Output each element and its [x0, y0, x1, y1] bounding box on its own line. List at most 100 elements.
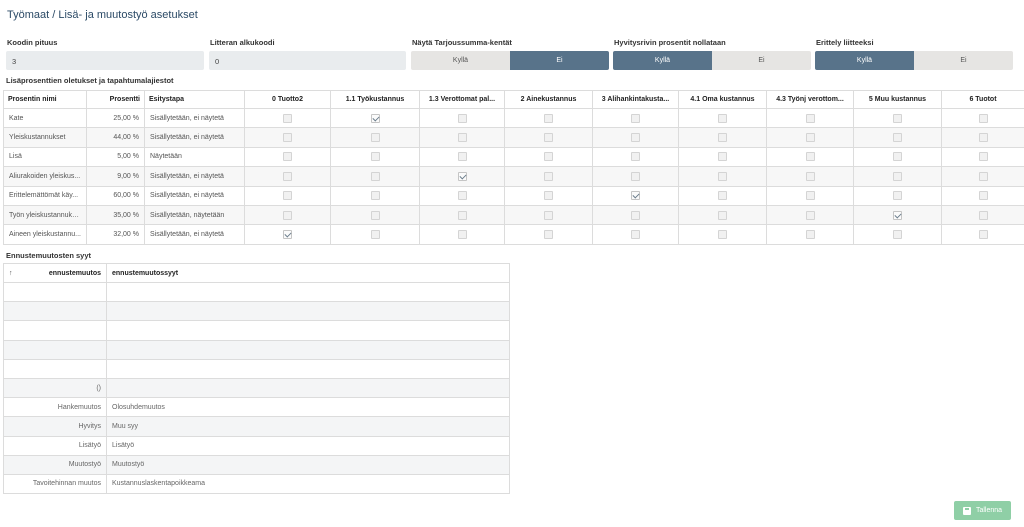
checkbox-unchecked[interactable]: [718, 210, 727, 220]
checkbox-unchecked[interactable]: [544, 113, 553, 123]
cause-row[interactable]: [3, 358, 510, 379]
surcharge-row[interactable]: Työn yleiskustannukset 35,00 % Sisällytetä…: [3, 204, 1024, 226]
column-header-ennustemuutossyyt[interactable]: ennustemuutossyyt: [106, 263, 510, 283]
checkbox-unchecked[interactable]: [370, 191, 380, 201]
checkbox-unchecked[interactable]: [283, 133, 292, 143]
cause-row[interactable]: [3, 339, 510, 360]
checkbox-unchecked[interactable]: [978, 152, 988, 162]
cause-row[interactable]: Tavoitehinnan muutos Kustannuslaskentapoi…: [3, 473, 510, 495]
checkbox-unchecked[interactable]: [370, 133, 380, 143]
show-offer-sum-no-option[interactable]: Ei: [510, 51, 609, 70]
column-header[interactable]: 4.1 Oma kustannus: [678, 90, 767, 109]
checkbox-checked[interactable]: [370, 113, 380, 123]
column-header[interactable]: Esitystapa: [144, 90, 245, 109]
column-header[interactable]: 5 Muu kustannus: [853, 90, 942, 109]
checkbox-checked[interactable]: [631, 191, 640, 201]
checkbox-unchecked[interactable]: [457, 113, 467, 123]
checkbox-unchecked[interactable]: [544, 171, 553, 181]
column-header[interactable]: 6 Tuotot: [941, 90, 1024, 109]
column-header-ennustemuutos[interactable]: ↑ ennustemuutos: [3, 263, 107, 283]
checkbox-unchecked[interactable]: [370, 152, 380, 162]
checkbox-unchecked[interactable]: [631, 113, 640, 123]
checkbox-unchecked[interactable]: [457, 210, 467, 220]
checkbox-unchecked[interactable]: [544, 210, 553, 220]
checkbox-unchecked[interactable]: [893, 171, 902, 181]
cause-row[interactable]: [3, 281, 510, 303]
checkbox-unchecked[interactable]: [457, 133, 467, 143]
checkbox-unchecked[interactable]: [283, 210, 292, 220]
checkbox-unchecked[interactable]: [283, 113, 292, 123]
checkbox-unchecked[interactable]: [631, 152, 640, 162]
surcharge-row[interactable]: Erittelemättömät käy... 60,00 % Sisällytet…: [3, 185, 1024, 206]
column-header[interactable]: 2 Ainekustannus: [504, 90, 593, 109]
column-header[interactable]: 3 Alihankintakusta...: [592, 90, 679, 109]
checkbox-unchecked[interactable]: [718, 171, 727, 181]
save-button[interactable]: Tallenna: [954, 501, 1011, 520]
checkbox-unchecked[interactable]: [978, 113, 988, 123]
cause-row[interactable]: Lisätyö Lisätyö: [3, 435, 510, 456]
checkbox-unchecked[interactable]: [370, 210, 380, 220]
code-length-input[interactable]: 3: [6, 51, 204, 70]
checkbox-unchecked[interactable]: [631, 171, 640, 181]
checkbox-unchecked[interactable]: [893, 152, 902, 162]
column-header[interactable]: 1.3 Verottomat pal...: [419, 90, 505, 109]
show-offer-sum-yes-option[interactable]: Kyllä: [411, 51, 510, 70]
surcharge-row[interactable]: Aliurakoiden yleiskus... 9,00 % Sisällytet…: [3, 166, 1024, 187]
checkbox-unchecked[interactable]: [283, 171, 292, 181]
checkbox-checked[interactable]: [283, 230, 292, 240]
checkbox-unchecked[interactable]: [978, 230, 988, 240]
checkbox-unchecked[interactable]: [805, 113, 815, 123]
column-header[interactable]: 1.1 Työkustannus: [330, 90, 420, 109]
column-header[interactable]: 4.3 Työnj verottom...: [766, 90, 854, 109]
cause-row[interactable]: Hyvitys Muu syy: [3, 416, 510, 437]
checkbox-unchecked[interactable]: [544, 133, 553, 143]
surcharge-row[interactable]: Yleiskustannukset 44,00 % Sisällytetään, e…: [3, 127, 1024, 148]
surcharge-row[interactable]: Kate 25,00 % Sisällytetään, ei näytetä: [3, 107, 1024, 129]
checkbox-unchecked[interactable]: [718, 191, 727, 201]
surcharge-row[interactable]: Lisä 5,00 % Näytetään: [3, 146, 1024, 168]
checkbox-unchecked[interactable]: [718, 230, 727, 240]
checkbox-unchecked[interactable]: [805, 171, 815, 181]
checkbox-unchecked[interactable]: [457, 230, 467, 240]
checkbox-unchecked[interactable]: [544, 191, 553, 201]
checkbox-unchecked[interactable]: [544, 230, 553, 240]
checkbox-unchecked[interactable]: [544, 152, 553, 162]
checkbox-unchecked[interactable]: [283, 191, 292, 201]
checkbox-unchecked[interactable]: [893, 230, 902, 240]
checkbox-unchecked[interactable]: [457, 152, 467, 162]
checkbox-unchecked[interactable]: [978, 210, 988, 220]
cause-row[interactable]: (): [3, 377, 510, 399]
cause-row[interactable]: [3, 320, 510, 341]
checkbox-checked[interactable]: [893, 210, 902, 220]
checkbox-unchecked[interactable]: [718, 152, 727, 162]
checkbox-unchecked[interactable]: [457, 191, 467, 201]
checkbox-unchecked[interactable]: [631, 210, 640, 220]
checkbox-unchecked[interactable]: [978, 133, 988, 143]
checkbox-unchecked[interactable]: [370, 171, 380, 181]
cause-row[interactable]: Hankemuutos Olosuhdemuutos: [3, 397, 510, 418]
reset-credit-yes-option[interactable]: Kyllä: [613, 51, 712, 70]
reset-credit-no-option[interactable]: Ei: [712, 51, 811, 70]
cause-row[interactable]: [3, 301, 510, 322]
checkbox-unchecked[interactable]: [805, 152, 815, 162]
checkbox-unchecked[interactable]: [978, 191, 988, 201]
checkbox-checked[interactable]: [457, 171, 467, 181]
checkbox-unchecked[interactable]: [283, 152, 292, 162]
cause-row[interactable]: Muutostyö Muutostyö: [3, 454, 510, 475]
checkbox-unchecked[interactable]: [805, 191, 815, 201]
checkbox-unchecked[interactable]: [631, 230, 640, 240]
checkbox-unchecked[interactable]: [718, 113, 727, 123]
checkbox-unchecked[interactable]: [978, 171, 988, 181]
column-header[interactable]: 0 Tuotto2: [244, 90, 331, 109]
checkbox-unchecked[interactable]: [893, 191, 902, 201]
separate-attachments-no-option[interactable]: Ei: [914, 51, 1013, 70]
column-header[interactable]: Prosentti: [86, 90, 145, 109]
surcharge-row[interactable]: Aineen yleiskustannu... 32,00 % Sisällytet…: [3, 224, 1024, 245]
checkbox-unchecked[interactable]: [370, 230, 380, 240]
checkbox-unchecked[interactable]: [805, 210, 815, 220]
litter-prefix-input[interactable]: 0: [209, 51, 406, 70]
checkbox-unchecked[interactable]: [631, 133, 640, 143]
checkbox-unchecked[interactable]: [805, 133, 815, 143]
column-header[interactable]: Prosentin nimi: [3, 90, 87, 109]
checkbox-unchecked[interactable]: [893, 133, 902, 143]
